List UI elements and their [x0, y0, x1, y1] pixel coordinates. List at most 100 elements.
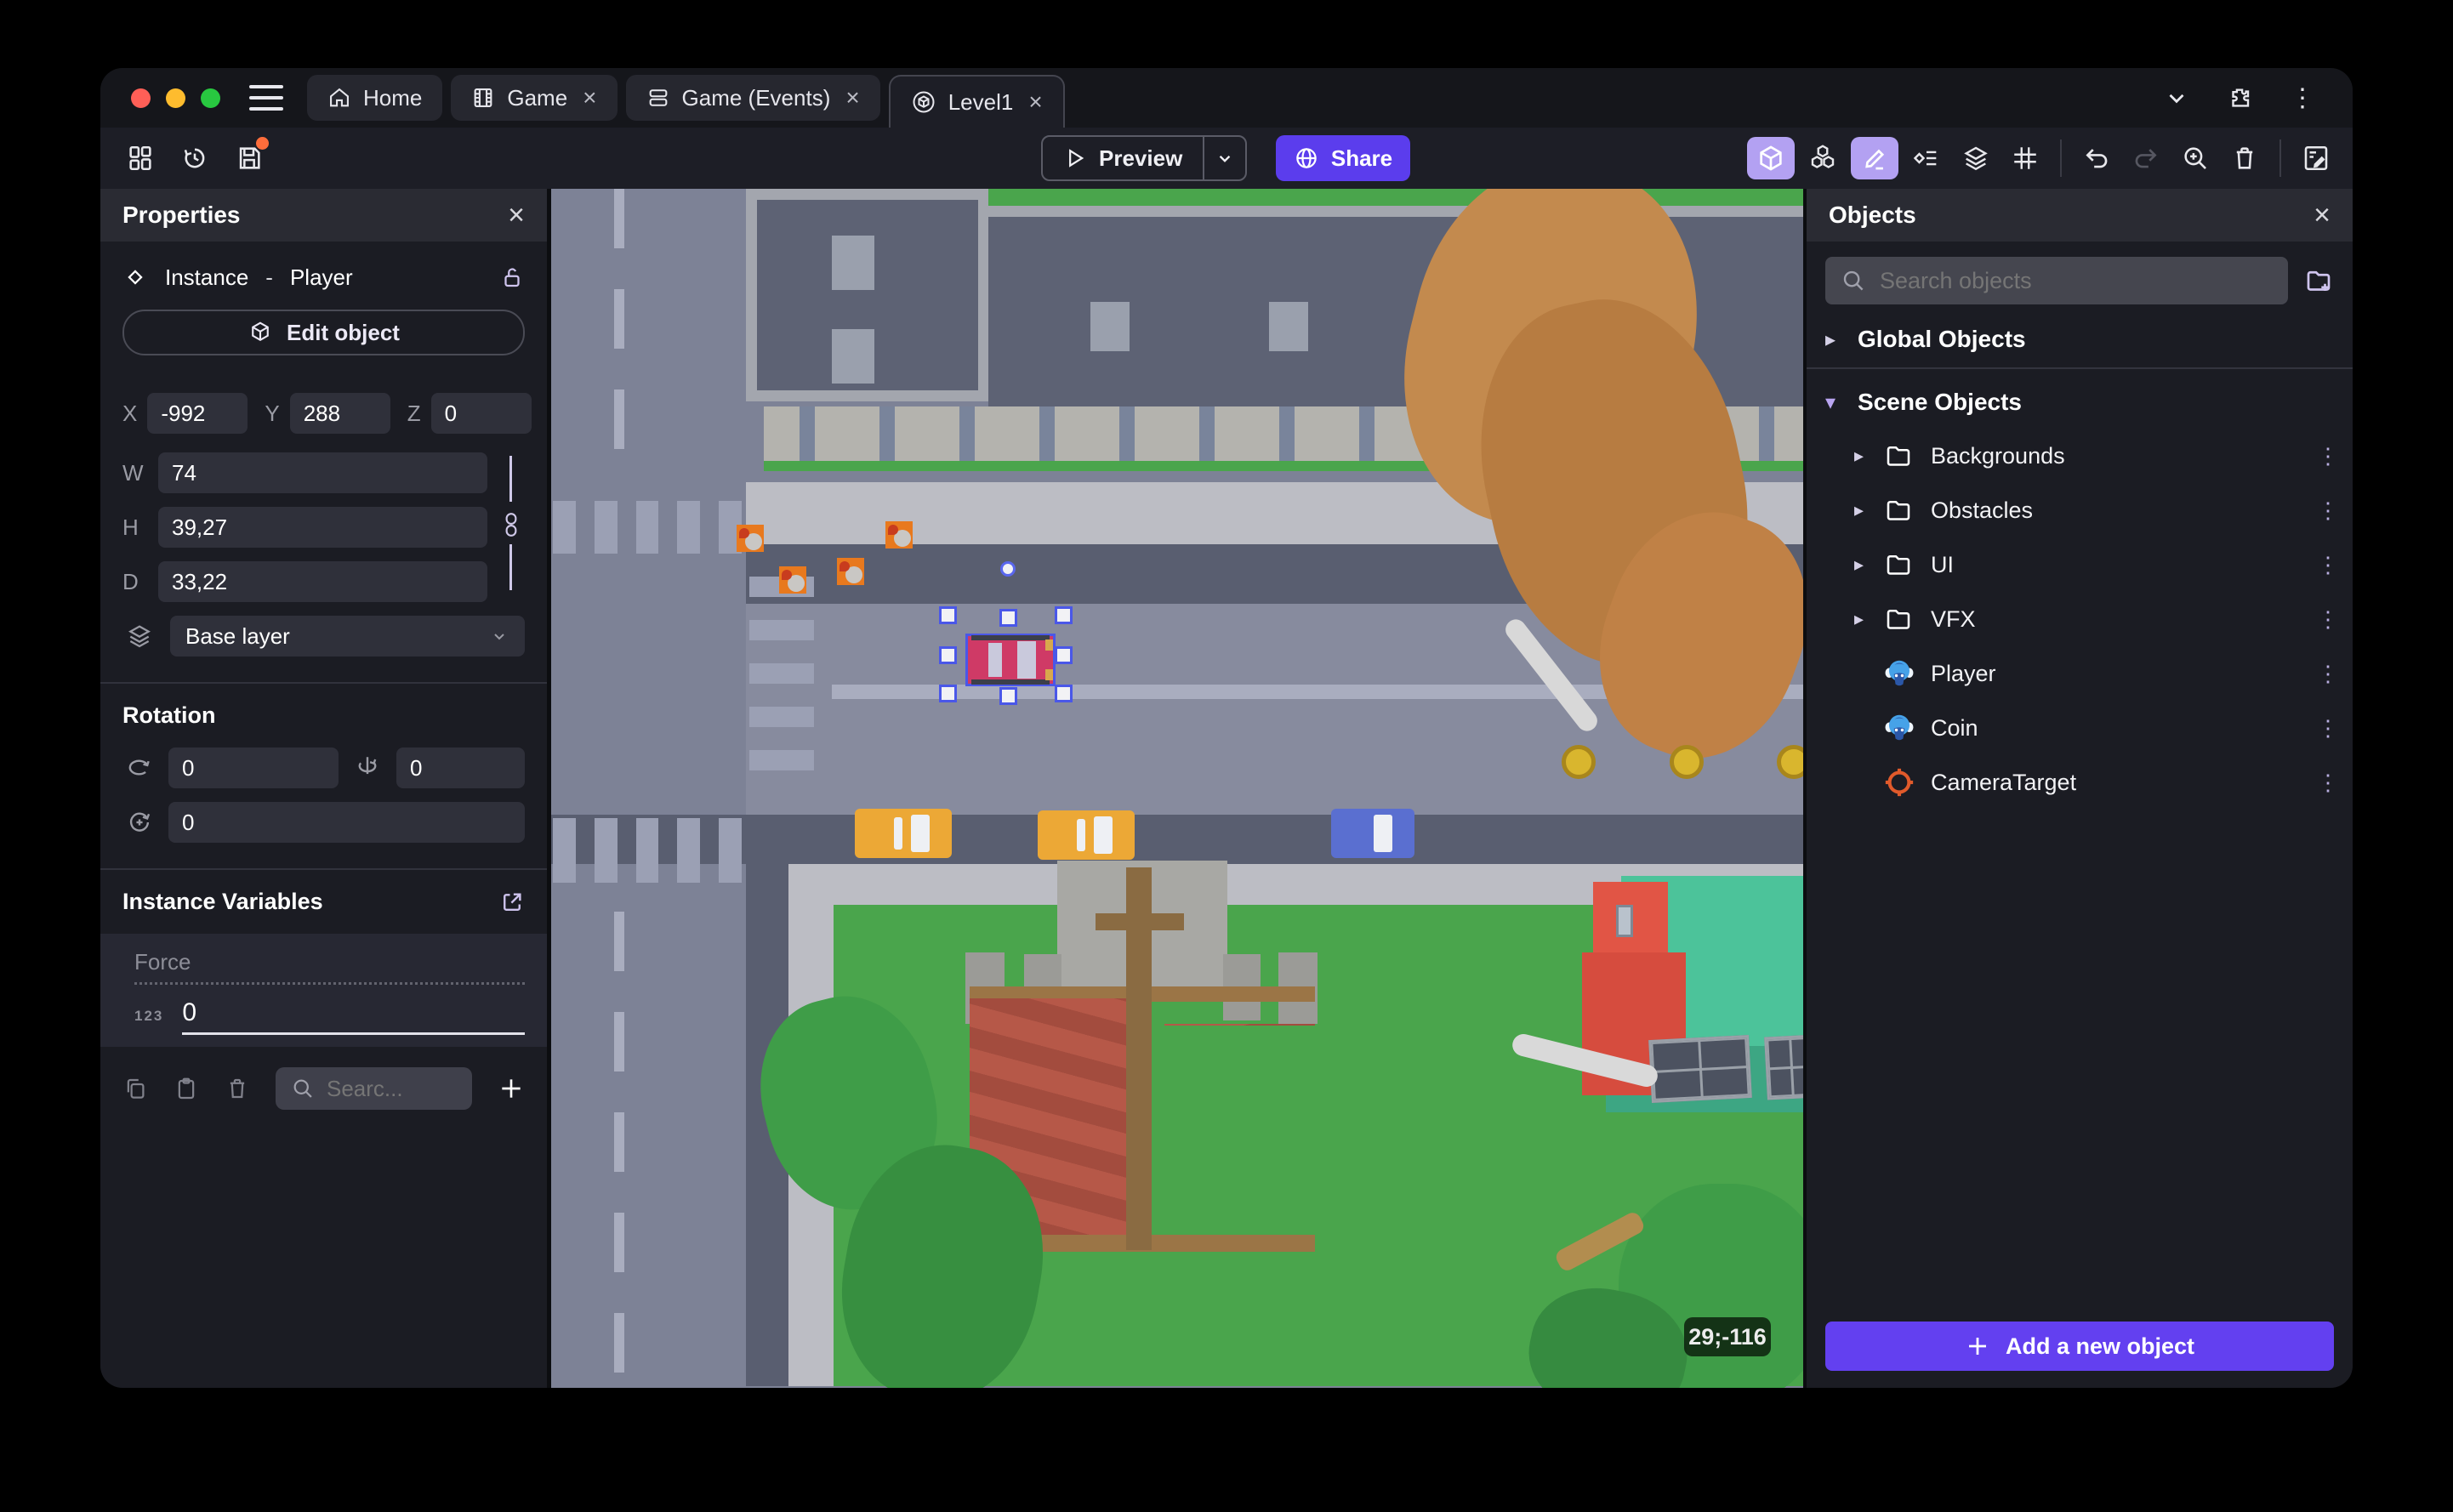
tree-item-coin[interactable]: Coin ⋮	[1807, 701, 2353, 755]
item-menu-icon[interactable]: ⋮	[2317, 497, 2339, 524]
obstacle-crate[interactable]	[885, 521, 913, 549]
history-icon[interactable]	[174, 137, 216, 179]
edit-pencil-icon[interactable]	[1851, 137, 1898, 179]
rotate-z-icon	[122, 808, 157, 837]
tree-item-cameratarget[interactable]: CameraTarget ⋮	[1807, 755, 2353, 810]
rotation-handle[interactable]	[1000, 561, 1016, 577]
variables-search-input[interactable]	[327, 1075, 412, 1102]
open-variables-icon[interactable]	[499, 890, 525, 915]
selection-handle-s[interactable]	[999, 687, 1017, 705]
objects-search-input[interactable]	[1880, 267, 2273, 294]
preview-options-chevron[interactable]	[1203, 137, 1245, 179]
coin[interactable]	[1670, 745, 1704, 779]
objects-close-icon[interactable]: ×	[2314, 201, 2331, 230]
rotation-z-input[interactable]	[168, 802, 525, 843]
browser-menu-icon[interactable]: ⋮	[2290, 83, 2315, 113]
selection-handle-sw[interactable]	[939, 685, 957, 702]
item-menu-icon[interactable]: ⋮	[2317, 552, 2339, 578]
3d-view-toggle-icon[interactable]	[1747, 137, 1795, 179]
global-objects-group[interactable]: ▸ Global Objects	[1807, 315, 2353, 364]
item-menu-icon[interactable]: ⋮	[2317, 715, 2339, 742]
window-chevron-down-icon[interactable]	[2164, 85, 2189, 111]
tree-item-obstacles[interactable]: ▸ Obstacles ⋮	[1807, 483, 2353, 537]
tab-level1[interactable]: Level1 ×	[888, 75, 1065, 128]
share-button[interactable]: Share	[1276, 135, 1410, 181]
tab-game-events[interactable]: Game (Events) ×	[625, 75, 880, 121]
lock-open-icon[interactable]	[499, 264, 525, 290]
rotation-x-input[interactable]	[168, 747, 339, 788]
group-label: Global Objects	[1858, 326, 2026, 352]
item-menu-icon[interactable]: ⋮	[2317, 443, 2339, 469]
x-input[interactable]	[147, 393, 248, 434]
obstacle-crate[interactable]	[837, 558, 864, 585]
undo-icon[interactable]	[2075, 137, 2118, 179]
variable-row-force[interactable]: Force 123 0	[100, 934, 547, 1047]
menu-icon[interactable]	[249, 85, 283, 111]
z-input[interactable]	[430, 393, 532, 434]
extensions-puzzle-icon[interactable]	[2227, 85, 2252, 111]
preview-button[interactable]: Preview	[1043, 137, 1203, 179]
variables-search[interactable]	[276, 1067, 472, 1110]
height-input[interactable]	[158, 507, 487, 548]
selection-handle-ne[interactable]	[1055, 606, 1073, 624]
lane-dashes	[749, 577, 814, 781]
tab-close-icon[interactable]: ×	[583, 84, 596, 111]
tab-home[interactable]: Home	[307, 75, 443, 121]
close-window-light[interactable]	[131, 88, 151, 108]
layer-select[interactable]: Base layer	[170, 616, 525, 657]
tree-item-ui[interactable]: ▸ UI ⋮	[1807, 537, 2353, 592]
obstacle-crate[interactable]	[779, 566, 806, 594]
add-new-object-button[interactable]: Add a new object	[1825, 1322, 2334, 1371]
tree-item-player[interactable]: Player ⋮	[1807, 646, 2353, 701]
delete-trash-icon[interactable]	[2223, 137, 2266, 179]
grid-icon[interactable]	[2004, 137, 2046, 179]
tree-item-backgrounds[interactable]: ▸ Backgrounds ⋮	[1807, 429, 2353, 483]
copy-icon[interactable]	[122, 1076, 148, 1101]
link-dimensions-toggle[interactable]	[498, 456, 523, 590]
minimize-window-light[interactable]	[166, 88, 185, 108]
y-input[interactable]	[289, 393, 390, 434]
tab-game[interactable]: Game ×	[451, 75, 618, 121]
trash-icon[interactable]	[225, 1076, 250, 1101]
selection-handle-n[interactable]	[999, 609, 1017, 627]
tree-item-label: CameraTarget	[1931, 769, 2077, 795]
building-castle[interactable]	[746, 189, 989, 401]
depth-input[interactable]	[158, 561, 487, 602]
variable-value[interactable]: 0	[182, 998, 525, 1035]
selection-handle-w[interactable]	[939, 646, 957, 664]
item-menu-icon[interactable]: ⋮	[2317, 606, 2339, 633]
selection-handle-e[interactable]	[1055, 646, 1073, 664]
width-input[interactable]	[158, 452, 487, 493]
item-menu-icon[interactable]: ⋮	[2317, 770, 2339, 796]
tab-close-icon[interactable]: ×	[845, 84, 859, 111]
yellow-car[interactable]	[855, 809, 952, 858]
item-menu-icon[interactable]: ⋮	[2317, 661, 2339, 687]
coin[interactable]	[1562, 745, 1596, 779]
redo-icon[interactable]	[2125, 137, 2167, 179]
zoom-in-icon[interactable]	[2174, 137, 2217, 179]
objects-cubes-icon[interactable]	[1801, 137, 1844, 179]
selection-handle-nw[interactable]	[939, 606, 957, 624]
project-manager-icon[interactable]	[119, 137, 162, 179]
add-folder-icon[interactable]	[2303, 265, 2334, 296]
yellow-car[interactable]	[1038, 810, 1135, 860]
maximize-window-light[interactable]	[201, 88, 220, 108]
layers-icon[interactable]	[1955, 137, 1997, 179]
obstacle-crate[interactable]	[737, 525, 764, 552]
rotation-y-input[interactable]	[396, 747, 525, 788]
selected-player-car[interactable]	[965, 634, 1056, 686]
properties-close-icon[interactable]: ×	[508, 201, 525, 230]
instances-list-icon[interactable]	[1905, 137, 1948, 179]
scene-objects-group[interactable]: ▾ Scene Objects	[1807, 378, 2353, 427]
scene-editor-canvas[interactable]: 29;-116	[551, 189, 1803, 1388]
add-variable-icon[interactable]	[498, 1075, 525, 1102]
paste-icon[interactable]	[174, 1076, 199, 1101]
selection-handle-se[interactable]	[1055, 685, 1073, 702]
tab-close-icon[interactable]: ×	[1028, 88, 1042, 116]
save-icon[interactable]	[228, 137, 270, 179]
events-sheet-icon[interactable]	[2295, 137, 2337, 179]
blue-car[interactable]	[1331, 809, 1414, 858]
objects-search[interactable]	[1825, 257, 2288, 304]
edit-object-button[interactable]: Edit object	[122, 310, 525, 355]
tree-item-vfx[interactable]: ▸ VFX ⋮	[1807, 592, 2353, 646]
